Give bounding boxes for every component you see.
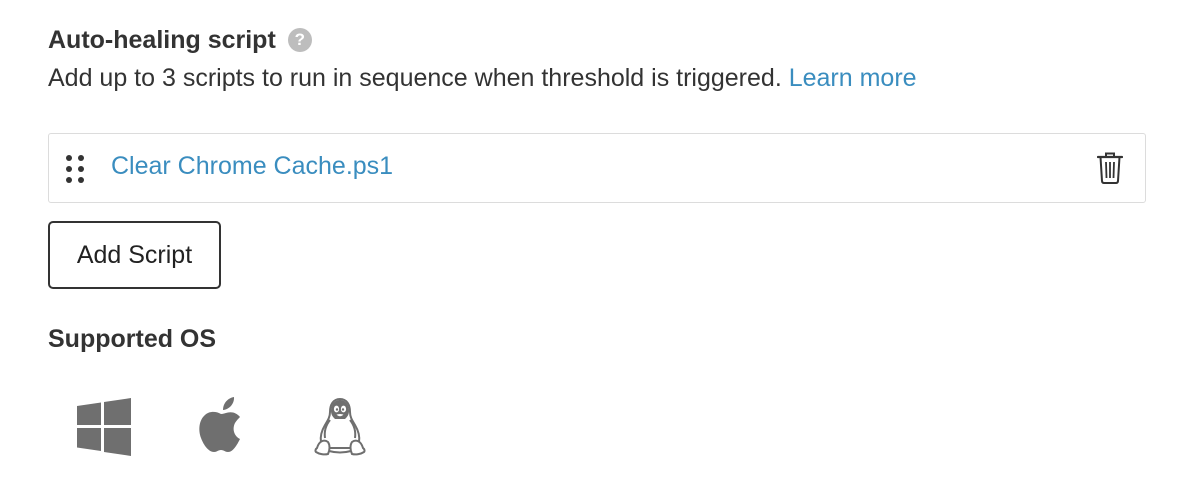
learn-more-link[interactable]: Learn more	[789, 64, 917, 92]
help-icon[interactable]: ?	[287, 28, 312, 52]
section-title: Auto-healing script	[48, 25, 276, 54]
add-script-button[interactable]: Add Script	[48, 221, 221, 289]
supported-os-title: Supported OS	[48, 325, 217, 353]
windows-icon	[77, 398, 131, 461]
script-list-item: Clear Chrome Cache.ps1	[48, 133, 1146, 203]
section-header: Auto-healing script ?	[48, 22, 312, 58]
section-description: Add up to 3 scripts to run in sequence w…	[48, 64, 917, 93]
linux-icon	[314, 397, 366, 461]
drag-handle-icon[interactable]	[63, 154, 87, 184]
apple-icon	[197, 397, 245, 458]
trash-icon[interactable]	[1096, 152, 1124, 184]
script-name-link[interactable]: Clear Chrome Cache.ps1	[111, 152, 393, 181]
description-text: Add up to 3 scripts to run in sequence w…	[48, 64, 782, 92]
